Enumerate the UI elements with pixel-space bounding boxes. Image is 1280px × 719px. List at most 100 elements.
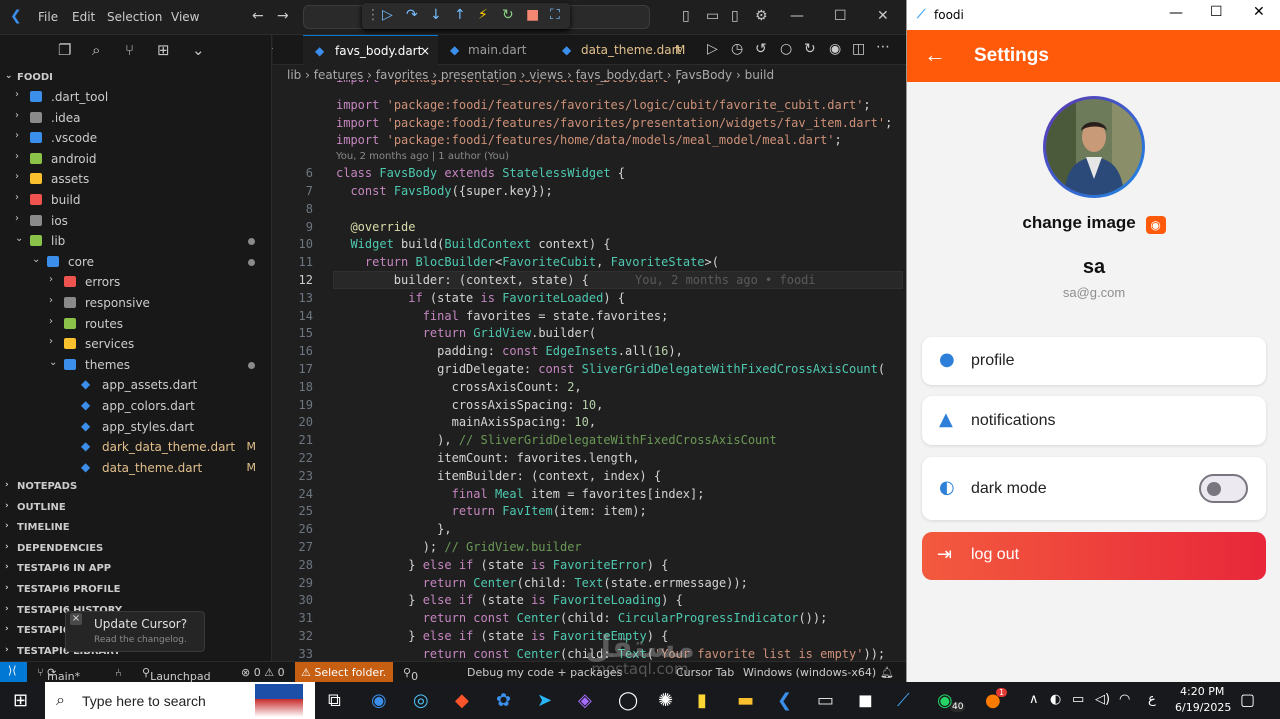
notifications-center-icon[interactable]: ▢: [1240, 690, 1255, 709]
forward-icon[interactable]: ↻: [804, 41, 816, 57]
continue-icon[interactable]: ▷: [382, 7, 393, 23]
terminal-icon[interactable]: ▭: [817, 690, 834, 711]
gear-icon[interactable]: ⚙: [755, 8, 768, 24]
stop-icon[interactable]: ■: [526, 7, 539, 23]
maximize-icon[interactable]: ☐: [834, 8, 847, 24]
tree-folder[interactable]: ⌄ themes: [0, 355, 272, 375]
battery-icon[interactable]: ▭: [1072, 692, 1084, 707]
code-line[interactable]: ), // SliverGridDelegateWithFixedCrossAx…: [336, 433, 777, 447]
menu-edit[interactable]: Edit: [72, 10, 95, 24]
code-line[interactable]: } else if (state is FavoriteLoading) {: [336, 593, 683, 607]
cursor-tab-label[interactable]: Cursor Tab: [676, 666, 734, 679]
tree-folder[interactable]: › build: [0, 190, 272, 210]
menu-view[interactable]: View: [171, 10, 199, 24]
sidebar-section[interactable]: › TIMELINE: [0, 518, 272, 538]
file-explorer-icon[interactable]: ▬: [737, 690, 754, 711]
close-icon[interactable]: ✕: [1253, 4, 1265, 20]
toggle-secondary-sidebar-icon[interactable]: ▯: [731, 8, 739, 24]
tree-file[interactable]: ◆ app_styles.dart: [0, 417, 272, 437]
code-line[interactable]: builder: (context, state) {: [336, 273, 589, 287]
explorer-files-icon[interactable]: ❐: [58, 41, 71, 59]
logout-button[interactable]: ⇥ log out: [922, 532, 1266, 580]
app-icon[interactable]: ◎: [413, 690, 429, 711]
toast-subtitle[interactable]: Read the changelog.: [94, 635, 187, 645]
tree-file[interactable]: ◆ data_theme.dart M: [0, 458, 272, 478]
step-into-icon[interactable]: ↓: [430, 7, 442, 23]
launchpad[interactable]: ⚲ Launchpad: [142, 666, 211, 683]
device-selector[interactable]: Windows (windows-x64): [743, 666, 876, 679]
toggle-sidebar-icon[interactable]: ▯: [682, 8, 690, 24]
tree-folder[interactable]: ⌄ core: [0, 252, 272, 272]
sidebar-section[interactable]: › OUTLINE: [0, 498, 272, 518]
code-line[interactable]: return BlocBuilder<FavoriteCubit, Favori…: [336, 255, 719, 269]
code-line[interactable]: import 'package:foodi/features/favorites…: [336, 116, 892, 130]
volume-icon[interactable]: ◁): [1095, 692, 1110, 707]
tree-folder[interactable]: ⌄ lib: [0, 231, 272, 251]
code-line[interactable]: } else if (state is FavoriteEmpty) {: [336, 629, 668, 643]
dot-icon[interactable]: ○: [780, 41, 792, 57]
code-line[interactable]: mainAxisSpacing: 10,: [336, 415, 597, 429]
app-icon-2[interactable]: ◼: [858, 690, 873, 711]
vscode-icon[interactable]: ❮: [777, 690, 792, 711]
code-line[interactable]: Widget build(BuildContext context) {: [336, 237, 610, 251]
tree-folder[interactable]: › android: [0, 149, 272, 169]
code-line[interactable]: import 'package:foodi/features/home/data…: [336, 133, 842, 147]
breadcrumb-item[interactable]: features: [314, 68, 364, 82]
tree-folder[interactable]: › .dart_tool: [0, 87, 272, 107]
source-control-icon[interactable]: ⑂: [125, 41, 134, 59]
code-line[interactable]: class FavsBody extends StatelessWidget {: [336, 166, 625, 180]
sidebar-section[interactable]: › TESTAPI6 PROFILE: [0, 580, 272, 600]
code-line[interactable]: final favorites = state.favorites;: [336, 309, 669, 323]
sidebar-section[interactable]: › TESTAPI6 IN APP: [0, 559, 272, 579]
timeline-icon[interactable]: ◷: [731, 41, 743, 57]
code-line[interactable]: } else if (state is FavoriteError) {: [336, 558, 668, 572]
more-actions-icon[interactable]: ⋯: [876, 39, 890, 55]
tray-app-icon[interactable]: ◐: [1050, 692, 1061, 707]
breadcrumb-item[interactable]: presentation: [441, 68, 517, 82]
pinned-app-icon[interactable]: ✿: [496, 690, 511, 711]
breadcrumb-item[interactable]: build: [745, 68, 775, 82]
debug-mode-label[interactable]: Debug my code + packages: [467, 666, 622, 679]
chart-app-icon[interactable]: ▮: [697, 690, 707, 711]
breadcrumb-item[interactable]: favorites: [376, 68, 429, 82]
change-image-row[interactable]: change image ◉: [907, 213, 1280, 234]
code-line[interactable]: return const Center(child: Text('Your fa…: [336, 647, 885, 661]
code-line[interactable]: crossAxisSpacing: 10,: [336, 398, 604, 412]
tree-folder[interactable]: › assets: [0, 169, 272, 189]
tab-main[interactable]: ◆ main.dart: [438, 35, 550, 65]
tab-close-icon[interactable]: ×: [420, 44, 430, 58]
step-out-icon[interactable]: ↑: [454, 7, 466, 23]
compare-icon[interactable]: ↺: [755, 41, 767, 57]
breadcrumb-item[interactable]: favs_body.dart: [576, 68, 663, 82]
clock-date[interactable]: 6/19/2025: [1175, 701, 1231, 714]
tree-folder[interactable]: › services: [0, 334, 272, 354]
flutter-app-icon[interactable]: ⟋: [897, 690, 910, 711]
github-icon[interactable]: ◯: [618, 690, 638, 711]
code-line[interactable]: crossAxisCount: 2,: [336, 380, 582, 394]
tree-folder[interactable]: › responsive: [0, 293, 272, 313]
code-line[interactable]: import 'package:foodi/features/favorites…: [336, 98, 871, 112]
close-icon[interactable]: ✕: [877, 8, 889, 24]
explorer-root[interactable]: ⌄ FOODI: [0, 68, 272, 88]
code-line[interactable]: return Center(child: Text(state.errmessa…: [336, 576, 748, 590]
code-line[interactable]: if (state is FavoriteLoaded) {: [336, 291, 625, 305]
code-line[interactable]: },: [336, 522, 451, 536]
forward-arrow-icon[interactable]: →: [277, 8, 289, 24]
language-indicator[interactable]: ع: [1148, 692, 1156, 707]
code-line[interactable]: itemBuilder: (context, index) {: [336, 469, 661, 483]
task-view-icon[interactable]: ⧉: [328, 690, 341, 711]
breadcrumb-item[interactable]: views: [529, 68, 563, 82]
step-over-icon[interactable]: ↷: [406, 7, 418, 23]
code-line[interactable]: @override: [336, 220, 415, 234]
search-icon[interactable]: ⌕: [92, 41, 100, 59]
graph-icon[interactable]: ⑃: [115, 666, 122, 679]
brave-icon[interactable]: ◆: [455, 690, 469, 711]
notifications-item[interactable]: ▲ notifications: [922, 396, 1266, 445]
chatgpt-icon[interactable]: ✺: [658, 690, 673, 711]
edge-icon[interactable]: ◉: [371, 690, 387, 711]
flutter-icon[interactable]: ◉: [829, 41, 841, 57]
breadcrumb-item[interactable]: FavsBody: [675, 68, 732, 82]
tree-folder[interactable]: › .idea: [0, 108, 272, 128]
profile-item[interactable]: ● profile: [922, 337, 1266, 385]
toast-close-icon[interactable]: ×: [70, 613, 82, 625]
